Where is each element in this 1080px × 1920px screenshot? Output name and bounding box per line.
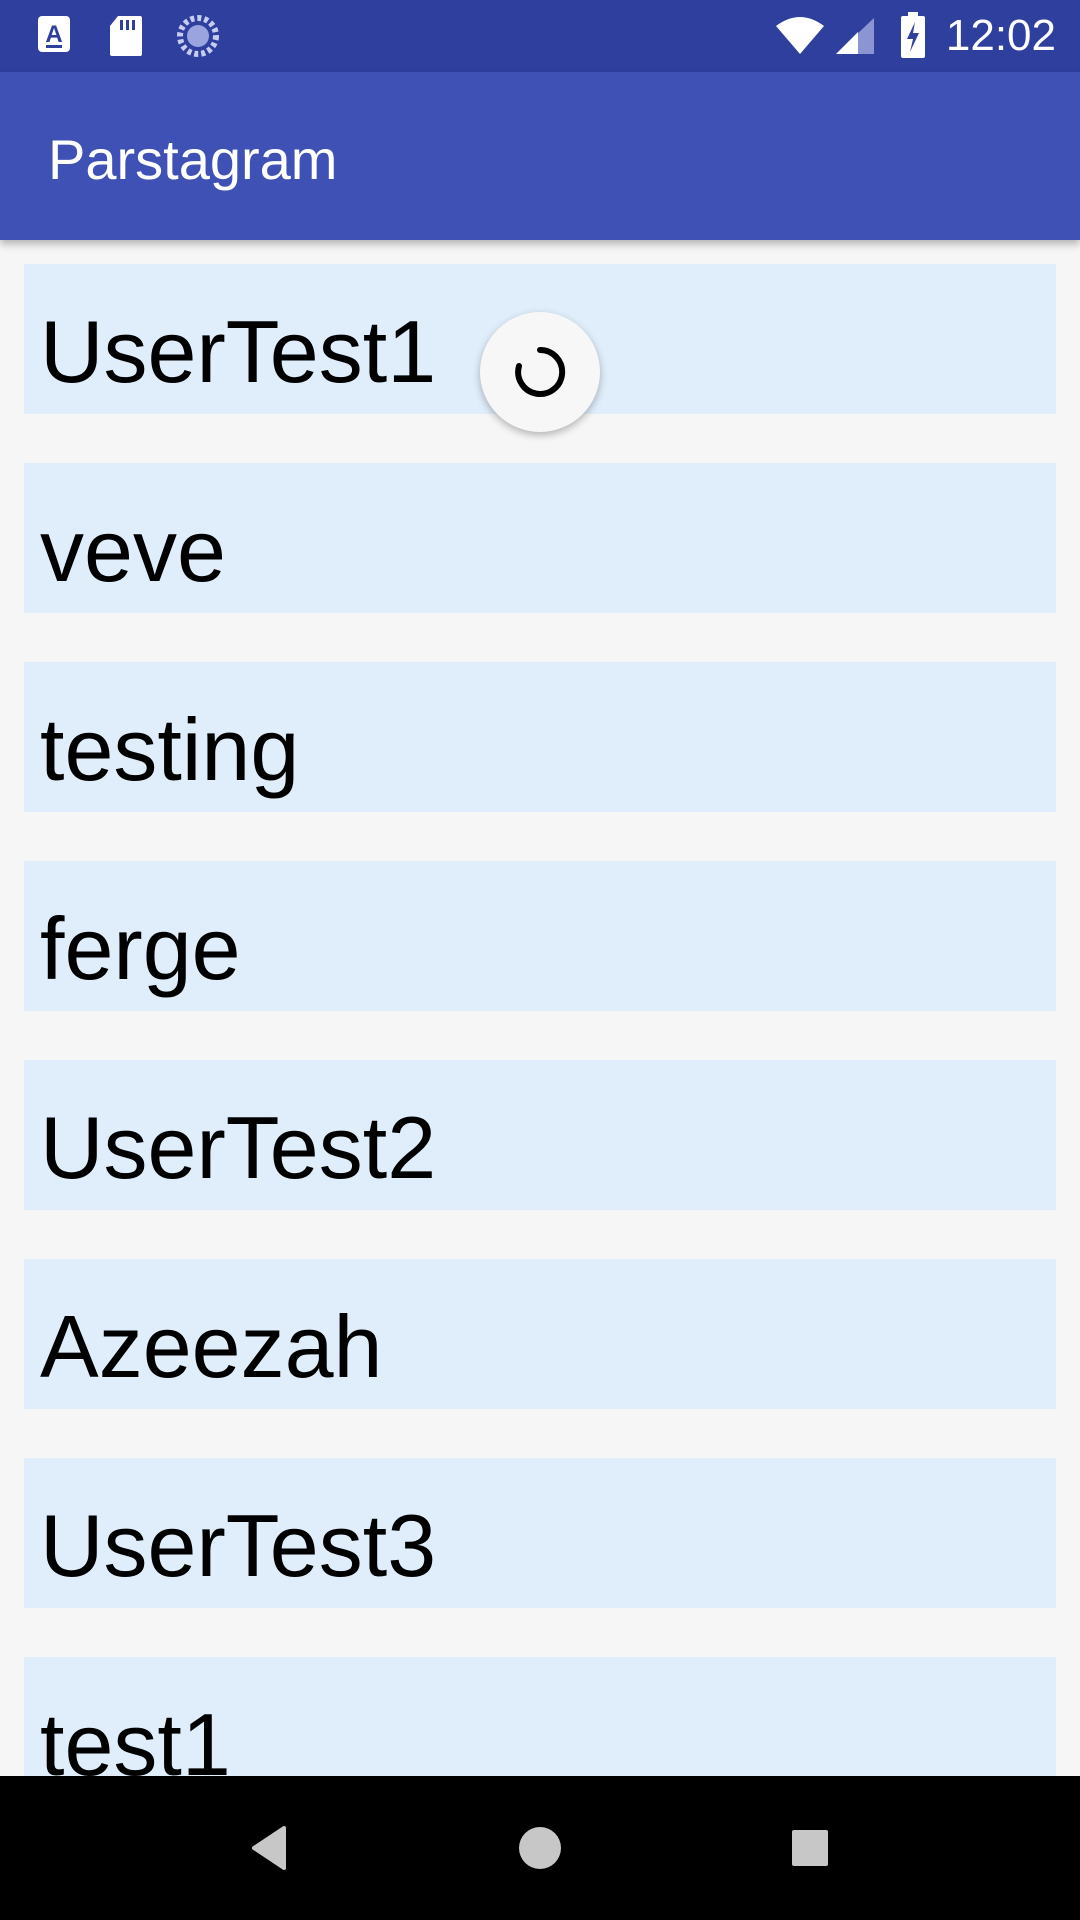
font-a-icon: A: [36, 14, 72, 59]
status-bar: A 12:02: [0, 0, 1080, 72]
list-item-label: UserTest2: [40, 1098, 437, 1197]
home-icon[interactable]: [508, 1816, 572, 1880]
refresh-icon: [515, 346, 566, 397]
list-item-label: UserTest3: [40, 1496, 437, 1595]
app-bar: Parstagram: [0, 72, 1080, 240]
list-item[interactable]: veve: [24, 463, 1056, 613]
list-item[interactable]: Azeezah: [24, 1259, 1056, 1409]
list-item[interactable]: UserTest2: [24, 1060, 1056, 1210]
list-item[interactable]: ferge: [24, 861, 1056, 1011]
sd-card-icon: [108, 14, 144, 63]
wifi-icon: [774, 16, 826, 61]
app-title: Parstagram: [48, 128, 338, 191]
navigation-bar: [0, 1776, 1080, 1920]
battery-charging-icon: [900, 12, 926, 63]
list-item-label: Azeezah: [40, 1297, 383, 1396]
sync-icon: [176, 14, 220, 63]
user-list[interactable]: UserTest1 veve testing ferge UserTest2 A…: [0, 240, 1080, 1776]
list-item-label: ferge: [40, 899, 241, 998]
recents-icon[interactable]: [778, 1816, 842, 1880]
list-item[interactable]: UserTest3: [24, 1458, 1056, 1608]
svg-text:A: A: [45, 21, 62, 48]
list-item[interactable]: test1: [24, 1657, 1056, 1776]
clock: 12:02: [945, 11, 1056, 60]
cell-signal-icon: [834, 16, 876, 61]
list-item-label: test1: [40, 1695, 231, 1776]
list-item-label: UserTest1: [40, 302, 437, 401]
list-item-label: testing: [40, 700, 300, 799]
list-item-label: veve: [40, 501, 226, 600]
back-icon[interactable]: [238, 1816, 302, 1880]
list-item[interactable]: testing: [24, 662, 1056, 812]
refresh-spinner: [480, 312, 600, 432]
